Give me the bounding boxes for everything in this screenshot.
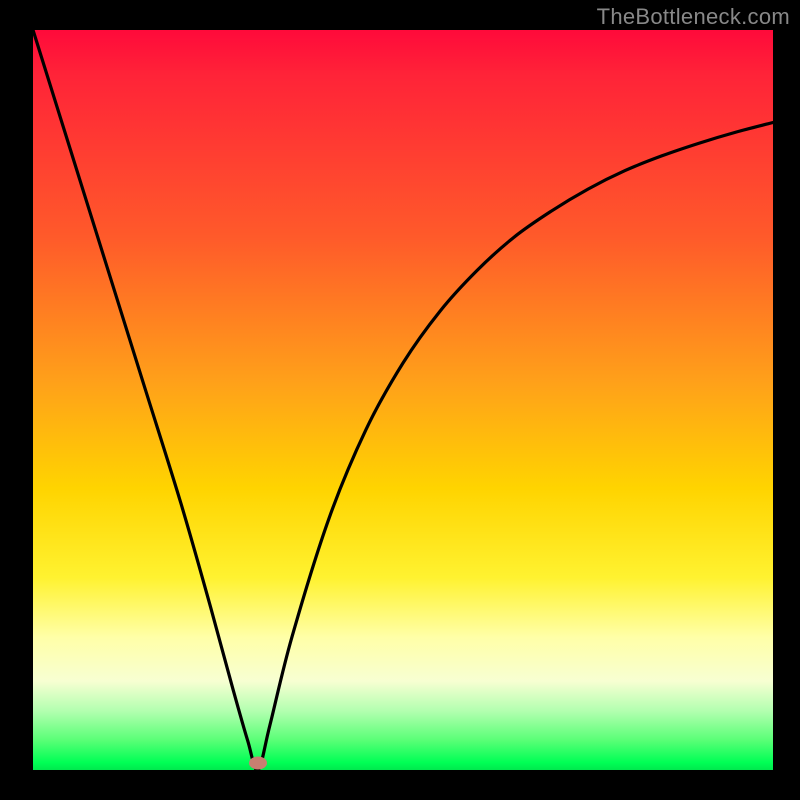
chart-container: TheBottleneck.com	[0, 0, 800, 800]
plot-area	[33, 30, 773, 770]
optimal-point-marker	[249, 756, 267, 769]
bottleneck-line	[33, 30, 773, 770]
watermark-text: TheBottleneck.com	[597, 4, 790, 30]
